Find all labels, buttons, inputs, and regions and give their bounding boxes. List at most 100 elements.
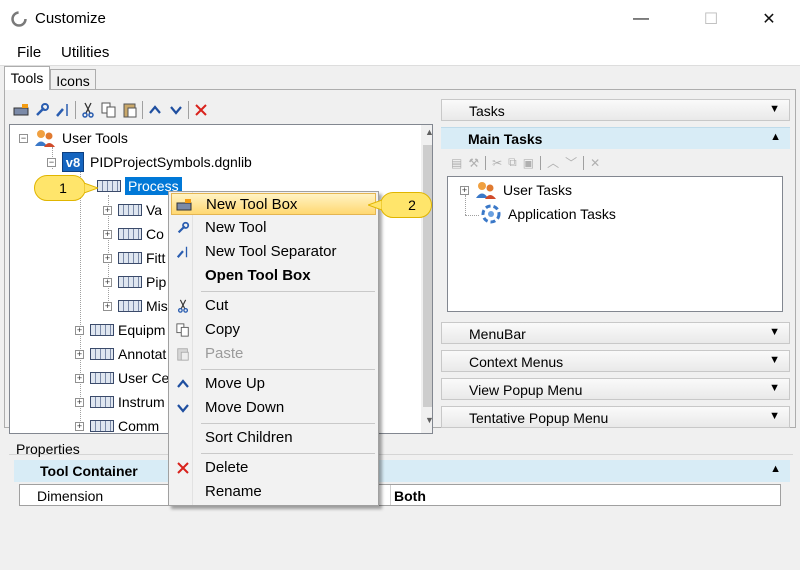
tree-item-sibling[interactable]: + Comm [75,415,159,433]
paste-icon [123,103,137,118]
expand-toggle[interactable]: + [75,325,84,335]
new-tool-separator-button[interactable] [54,101,72,119]
paste-button[interactable] [121,101,139,119]
property-value[interactable]: Both [394,488,426,504]
expand-toggle[interactable]: + [75,349,84,359]
tree-item-label: Annotat [118,346,167,362]
new-tool-button[interactable] [33,101,51,119]
chevron-down-icon: ▼ [769,354,780,366]
menu-separator [201,369,375,370]
close-button[interactable]: ✕ [746,0,792,38]
expand-toggle[interactable]: + [103,277,112,287]
panel-view-popup-menu[interactable]: View Popup Menu ▼ [441,378,790,400]
menu-item-delete[interactable]: Delete [171,457,376,479]
menu-item-open-tool-box[interactable]: Open Tool Box [171,265,376,287]
panel-menubar[interactable]: MenuBar ▼ [441,322,790,344]
chevron-up-icon: ▲ [770,131,781,143]
menu-item-rename[interactable]: Rename [171,481,376,503]
tree-scrollbar-thumb[interactable] [423,145,432,407]
tree-item-child[interactable]: + Mis [103,295,168,317]
context-menu: New Tool Box New Tool New Tool Separator… [168,191,379,506]
tree-item-application-tasks[interactable]: Application Tasks [480,203,616,225]
callout-1-pointer [84,183,98,193]
menu-separator [201,291,375,292]
tree-item-label: Equipm [118,322,166,338]
expand-toggle[interactable]: + [75,421,84,431]
move-down-icon [170,106,182,115]
tree-item-label: Mis [146,298,168,314]
minimize-button[interactable]: — [618,0,664,38]
collapse-toggle[interactable]: − [47,157,56,167]
menu-file[interactable]: File [17,44,41,61]
scroll-down-icon[interactable]: ▼ [423,415,432,429]
tab-icons[interactable]: Icons [50,69,96,89]
tasks-tree[interactable]: + User Tasks Application Tasks [447,176,783,312]
menu-item-move-down[interactable]: Move Down [171,397,376,419]
app-icon [11,11,27,27]
tree-item-sibling[interactable]: + Equipm [75,319,165,341]
tool-box-icon [90,324,114,336]
tree-item-library[interactable]: − v8 PIDProjectSymbols.dgnlib [47,151,252,173]
expand-toggle[interactable]: + [75,397,84,407]
chevron-down-icon: ▼ [769,326,780,338]
properties-section-header[interactable]: Tool Container ▲ [14,460,790,482]
expand-toggle[interactable]: + [103,253,112,263]
expand-toggle[interactable]: + [103,229,112,239]
application-tasks-icon [481,204,501,224]
tree-item-sibling[interactable]: + Annotat [75,343,166,365]
chevron-down-icon: ▼ [769,382,780,394]
menu-item-new-tool-separator[interactable]: New Tool Separator [171,241,376,263]
menu-item-move-up[interactable]: Move Up [171,373,376,395]
panel-tasks[interactable]: Tasks ▼ [441,99,790,121]
move-up-icon [149,105,161,114]
tree-item-sibling[interactable]: + Instrum [75,391,165,413]
chevron-up-icon: ▲ [770,463,781,475]
move-up-icon [177,379,189,388]
tree-item-child[interactable]: + Co [103,223,164,245]
expand-toggle[interactable]: + [103,205,112,215]
panel-tentative-popup-menu[interactable]: Tentative Popup Menu ▼ [441,406,790,428]
callout-2-pointer [368,200,382,210]
tab-tools[interactable]: Tools [4,66,50,90]
tree-item-child[interactable]: + Va [103,199,162,221]
expand-toggle[interactable]: + [460,185,469,195]
chevron-down-icon: ▼ [769,103,780,115]
menu-utilities[interactable]: Utilities [61,44,109,61]
property-divider [390,485,391,505]
copy-icon [176,323,189,337]
expand-toggle[interactable]: + [103,301,112,311]
menu-item-cut[interactable]: Cut [171,295,376,317]
delete-icon [195,104,207,116]
tool-box-icon [97,180,121,192]
tree-item-user-tasks[interactable]: + User Tasks [460,179,572,201]
cut-button[interactable] [79,101,97,119]
delete-button[interactable] [192,101,210,119]
menu-item-new-tool[interactable]: New Tool [171,217,376,239]
move-up-button[interactable] [146,101,164,119]
tree-item-child[interactable]: + Fitt [103,247,165,269]
copy-button[interactable] [100,101,118,119]
tools-toolbar [12,101,210,119]
menu-separator [201,423,375,424]
user-tools-icon [35,130,55,147]
panel-main-tasks[interactable]: Main Tasks ▲ [441,127,790,149]
callout-2: 2 [380,192,432,218]
new-tool-icon [177,221,190,234]
scroll-up-icon[interactable]: ▲ [423,127,432,141]
move-down-button[interactable] [167,101,185,119]
collapse-toggle[interactable]: − [19,133,28,143]
expand-toggle[interactable]: + [75,373,84,383]
menu-item-copy[interactable]: Copy [171,319,376,341]
tree-item-sibling[interactable]: + User Ce [75,367,169,389]
tree-item-label: PIDProjectSymbols.dgnlib [90,154,252,170]
tool-box-icon [118,276,142,288]
menu-item-sort-children[interactable]: Sort Children [171,427,376,449]
dgnlib-icon: v8 [62,152,84,172]
menu-item-new-tool-box[interactable]: New Tool Box [171,193,376,215]
tree-item-user-tools[interactable]: − User Tools [19,127,128,149]
new-tool-box-button[interactable] [12,101,30,119]
new-tool-box-icon [176,199,192,211]
panel-context-menus[interactable]: Context Menus ▼ [441,350,790,372]
maximize-button[interactable]: ☐ [688,0,734,38]
tree-item-child[interactable]: + Pip [103,271,166,293]
